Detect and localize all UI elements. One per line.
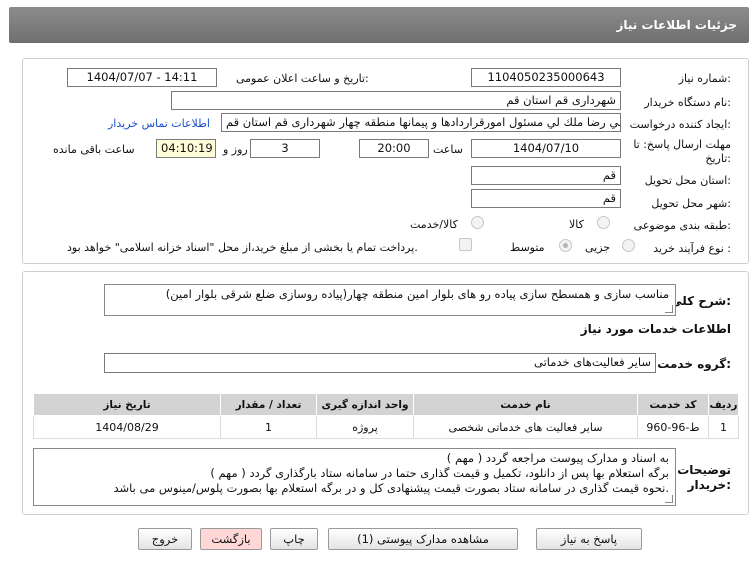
category-option-goods-services-label: کالا/خدمت [410,218,458,231]
remaining-time-field: 04:10:19 [156,139,216,158]
deadline-label-line2: تاریخ: [705,152,731,165]
deadline-time-label: ساعت [433,143,463,156]
column-header-code: کد خدمت [637,393,709,416]
resize-handle-icon[interactable] [665,305,673,313]
delivery-city-field: قم [471,189,621,208]
announce-datetime-field: 1404/07/07 - 14:11 [67,68,217,87]
days-label: روز و [223,143,248,156]
view-attachments-button[interactable]: مشاهده مدارک پیوستی (1) [328,528,518,550]
need-info-panel [22,58,749,264]
column-header-quantity: تعداد / مقدار [220,393,317,416]
buyer-name-field: شهرداری قم استان قم [171,91,621,110]
cell-quantity: 1 [220,415,317,439]
services-table: ردیف کد خدمت نام خدمت واحد اندازه گیری ت… [33,393,739,439]
process-option-medium-label: متوسط [510,241,545,254]
deadline-date-field: 1404/07/10 [471,139,621,158]
need-summary-text: مناسب سازی و همسطح سازی پیاده رو های بلو… [165,287,669,301]
cell-date: 1404/08/29 [33,415,221,439]
category-option-goods-services-radio[interactable] [471,216,484,229]
remaining-days-field: 3 [250,139,320,158]
category-label: طبقه بندی موضوعی: [633,219,731,232]
column-header-date: تاریخ نیاز [33,393,221,416]
delivery-city-label: شهر محل تحویل: [651,197,731,210]
treasury-payment-checkbox[interactable] [459,238,472,251]
table-header-row: ردیف کد خدمت نام خدمت واحد اندازه گیری ت… [33,393,739,416]
column-header-row: ردیف [708,393,739,416]
page-header: جزئیات اطلاعات نیاز [9,7,749,43]
buyer-contact-link[interactable]: اطلاعات تماس خریدار [108,117,210,130]
cell-name: سایر فعالیت های خدماتی شخصی [413,415,638,439]
process-option-medium-radio[interactable] [559,239,572,252]
buyer-note-line: برگه استعلام بها پس از دانلود، تکمیل و ق… [210,466,669,480]
remaining-time-label: ساعت باقی مانده [53,143,135,156]
treasury-payment-note: پرداخت تمام یا بخشی از مبلغ خرید،از محل … [67,241,418,254]
need-number-label: شماره نیاز: [678,72,731,85]
column-header-name: نام خدمت [413,393,638,416]
print-button[interactable]: چاپ [270,528,318,550]
deadline-time-field: 20:00 [359,139,429,158]
service-group-label: گروه خدمت: [657,357,731,371]
requester-label: ایجاد کننده درخواست: [629,118,731,131]
delivery-province-field: قم [471,166,621,185]
deadline-label-line1: مهلت ارسال پاسخ: تا [633,138,731,151]
reply-button[interactable]: پاسخ به نیاز [536,528,642,550]
buyer-notes-label-line2: خریدار: [687,478,731,492]
resize-handle-icon[interactable] [665,495,673,503]
cell-unit: پروژه [316,415,414,439]
buyer-name-label: نام دستگاه خریدار: [644,96,731,109]
category-option-goods-radio[interactable] [597,216,610,229]
service-group-field: سایر فعالیت‌های خدماتی [104,353,656,373]
need-number-field: 1104050235000643 [471,68,621,87]
buyer-notes-label-line1: توضیحات [677,463,731,477]
requester-field: علي رضا ملك لي مسئول امورقراردادها و پیم… [221,113,621,132]
table-row: 1 ط-96-960 سایر فعالیت های خدماتی شخصی پ… [33,415,739,439]
process-type-label: نوع فرآیند خرید : [653,242,731,255]
announce-datetime-label: تاریخ و ساعت اعلان عمومی: [236,72,369,85]
buyer-note-line: به اسناد و مدارک پیوست مراجعه گردد ( مهم… [446,451,669,465]
category-option-goods-label: کالا [569,218,584,231]
need-summary-textarea[interactable]: مناسب سازی و همسطح سازی پیاده رو های بلو… [104,284,676,316]
exit-button[interactable]: خروج [138,528,192,550]
back-button[interactable]: بازگشت [200,528,262,550]
services-heading: اطلاعات خدمات مورد نیاز [580,322,731,336]
buyer-notes-textarea[interactable]: به اسناد و مدارک پیوست مراجعه گردد ( مهم… [33,448,676,506]
cell-code: ط-96-960 [637,415,709,439]
delivery-province-label: استان محل تحویل: [644,174,731,187]
column-header-unit: واحد اندازه گیری [316,393,414,416]
buyer-note-line: نحوه قیمت گذاری در سامانه ستاد بصورت قیم… [113,481,669,495]
cell-row: 1 [708,415,739,439]
process-option-minor-radio[interactable] [622,239,635,252]
process-option-minor-label: جزیی [585,241,611,254]
page-title: جزئیات اطلاعات نیاز [616,18,737,32]
